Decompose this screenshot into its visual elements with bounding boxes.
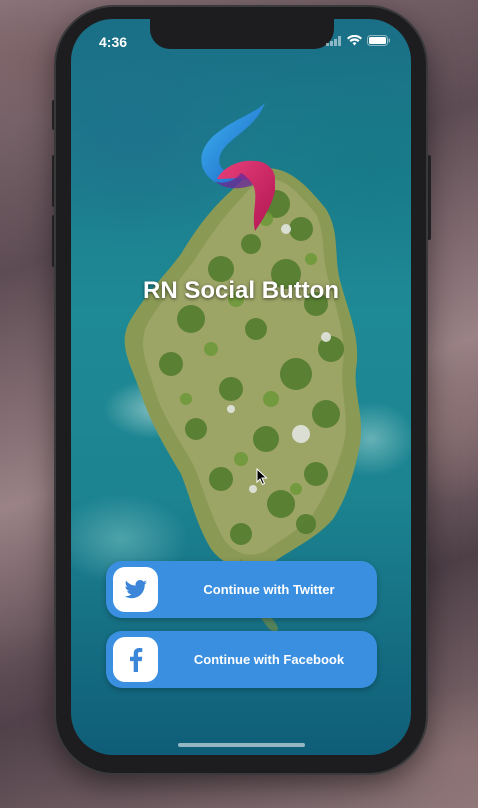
twitter-bird-icon — [124, 579, 147, 598]
continue-with-facebook-button[interactable]: Continue with Facebook — [106, 631, 377, 688]
wifi-icon — [347, 35, 362, 46]
home-indicator[interactable] — [178, 743, 305, 747]
power-button — [426, 155, 431, 240]
facebook-button-label: Continue with Facebook — [193, 652, 345, 667]
app-screen: 4:36 RN Social Button Continue with Twit… — [71, 19, 411, 755]
twitter-icon-box — [113, 567, 158, 612]
status-icons — [326, 35, 391, 46]
status-time: 4:36 — [99, 34, 128, 50]
app-title: RN Social Button — [143, 277, 339, 304]
battery-icon — [367, 35, 390, 46]
twitter-button-label: Continue with Twitter — [203, 582, 335, 597]
facebook-f-icon — [129, 647, 142, 672]
continue-with-twitter-button[interactable]: Continue with Twitter — [106, 561, 377, 618]
facebook-icon-box — [113, 637, 158, 682]
device-notch — [150, 19, 334, 49]
mouse-cursor-icon — [256, 468, 268, 486]
app-logo — [201, 103, 275, 231]
signal-icon — [326, 35, 341, 46]
